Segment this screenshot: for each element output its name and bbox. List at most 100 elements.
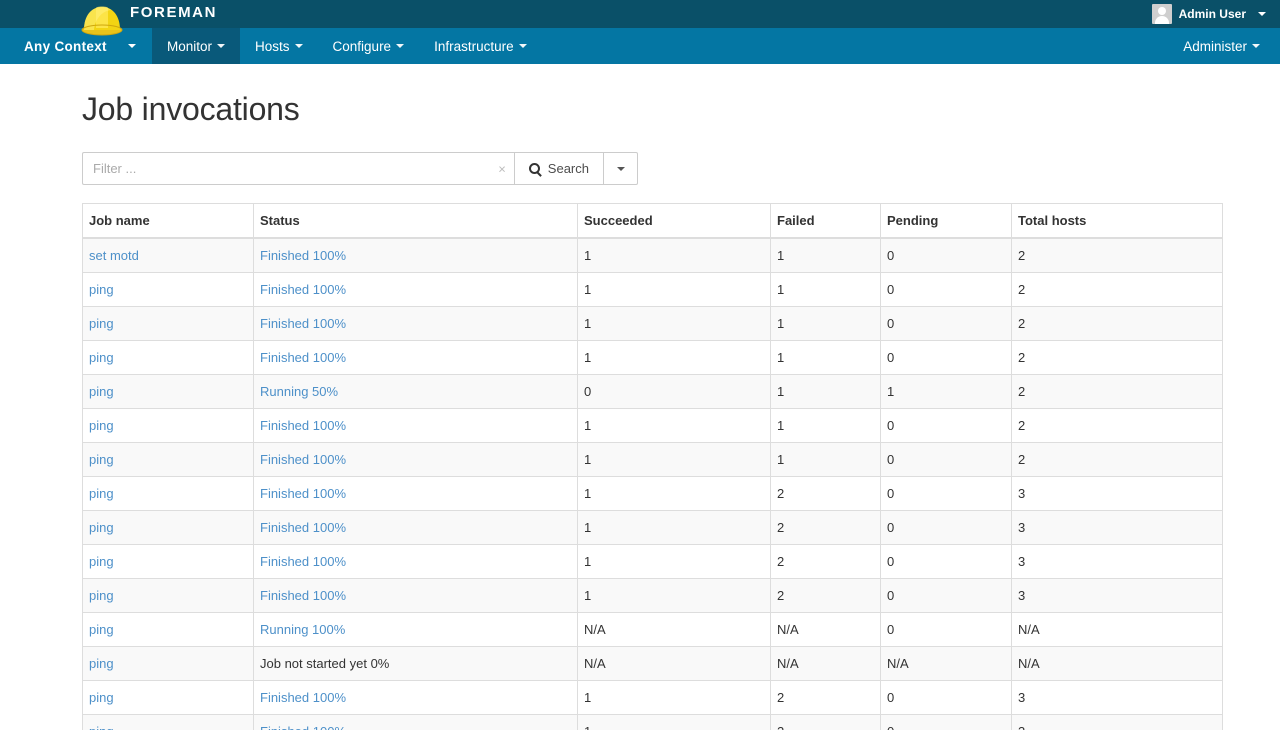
cell-succeeded-text: 1: [584, 554, 591, 569]
cell-pending: 0: [881, 307, 1012, 341]
clear-x-icon[interactable]: ×: [498, 162, 506, 175]
table-body: set motdFinished 100%1102pingFinished 10…: [83, 238, 1223, 730]
hardhat-icon: [80, 2, 124, 38]
cell-job-name: ping: [83, 579, 254, 613]
cell-total-text: 3: [1018, 554, 1025, 569]
table-row: pingFinished 100%1102: [83, 341, 1223, 375]
caret-down-icon: [519, 44, 527, 48]
cell-status-link[interactable]: Finished 100%: [260, 248, 346, 263]
cell-status-link[interactable]: Finished 100%: [260, 282, 346, 297]
cell-status-link[interactable]: Finished 100%: [260, 350, 346, 365]
cell-pending-text: 0: [887, 554, 894, 569]
table-row: pingFinished 100%1203: [83, 715, 1223, 730]
cell-total: 2: [1012, 238, 1223, 273]
cell-status-link[interactable]: Finished 100%: [260, 316, 346, 331]
cell-status: Finished 100%: [254, 715, 578, 730]
cell-failed-text: 2: [777, 690, 784, 705]
cell-status-link[interactable]: Finished 100%: [260, 520, 346, 535]
cell-failed-text: 2: [777, 724, 784, 730]
cell-job-name-link[interactable]: ping: [89, 520, 114, 535]
cell-job-name: ping: [83, 511, 254, 545]
cell-job-name: ping: [83, 375, 254, 409]
nav-item-label: Administer: [1183, 39, 1247, 54]
nav-item-administer[interactable]: Administer: [1168, 28, 1280, 64]
cell-total: N/A: [1012, 647, 1223, 681]
cell-job-name-link[interactable]: set motd: [89, 248, 139, 263]
cell-total-text: 2: [1018, 282, 1025, 297]
cell-job-name: ping: [83, 613, 254, 647]
table-row: ping Finished 100% 1 2 0 3: [83, 545, 1223, 579]
cell-succeeded: 1: [578, 545, 771, 579]
cell-job-name-link[interactable]: ping: [89, 588, 114, 603]
cell-job-name-link[interactable]: ping: [89, 452, 114, 467]
search-icon: [529, 163, 540, 174]
cell-job-name: ping: [83, 409, 254, 443]
cell-pending-text: 0: [887, 350, 894, 365]
cell-succeeded: 1: [578, 681, 771, 715]
cell-job-name: ping: [83, 647, 254, 681]
cell-failed-text: 2: [777, 520, 784, 535]
user-menu[interactable]: Admin User: [1152, 0, 1266, 28]
nav-item-monitor[interactable]: Monitor: [152, 28, 240, 64]
cell-status: Running 100%: [254, 613, 578, 647]
search-button[interactable]: Search: [514, 152, 604, 185]
user-name: Admin User: [1179, 7, 1246, 21]
cell-job-name: ping: [83, 681, 254, 715]
cell-job-name-link[interactable]: ping: [89, 486, 114, 501]
cell-job-name-link[interactable]: ping: [89, 350, 114, 365]
table-row: pingFinished 100%1102: [83, 443, 1223, 477]
cell-total: 3: [1012, 477, 1223, 511]
cell-failed: 1: [771, 341, 881, 375]
column-header-pending: Pending: [881, 204, 1012, 239]
cell-status-link[interactable]: Finished 100%: [260, 486, 346, 501]
cell-total-text: 2: [1018, 248, 1025, 263]
cell-status-link[interactable]: Finished 100%: [260, 418, 346, 433]
caret-down-icon: [617, 167, 625, 171]
cell-total-text: 3: [1018, 724, 1025, 730]
cell-failed-text: 1: [777, 384, 784, 399]
cell-total: 2: [1012, 341, 1223, 375]
cell-status-link[interactable]: Finished 100%: [260, 554, 346, 569]
nav-item-infrastructure[interactable]: Infrastructure: [419, 28, 542, 64]
cell-job-name-link[interactable]: ping: [89, 316, 114, 331]
cell-status-link[interactable]: Running 100%: [260, 622, 345, 637]
cell-status-link[interactable]: Finished 100%: [260, 690, 346, 705]
cell-status: Finished 100%: [254, 341, 578, 375]
search-bar: × Search: [82, 152, 638, 185]
table-row: pingFinished 100%1102: [83, 273, 1223, 307]
cell-job-name-link[interactable]: ping: [89, 622, 114, 637]
table-row: pingFinished 100%1203: [83, 477, 1223, 511]
cell-total-text: 2: [1018, 316, 1025, 331]
context-selector[interactable]: Any Context: [0, 28, 152, 64]
cell-job-name-link[interactable]: ping: [89, 418, 114, 433]
cell-status: Running 50%: [254, 375, 578, 409]
cell-job-name-link[interactable]: ping: [89, 724, 114, 730]
search-input[interactable]: [83, 153, 514, 184]
cell-status-link[interactable]: Finished 100%: [260, 724, 346, 730]
nav-item-configure[interactable]: Configure: [318, 28, 420, 64]
cell-failed-text: 2: [777, 554, 784, 569]
cell-failed-text: 1: [777, 282, 784, 297]
search-dropdown-button[interactable]: [604, 152, 638, 185]
cell-failed: 1: [771, 273, 881, 307]
cell-status: Finished 100%: [254, 273, 578, 307]
cell-succeeded: N/A: [578, 647, 771, 681]
cell-pending: 0: [881, 409, 1012, 443]
cell-status-link[interactable]: Running 50%: [260, 384, 338, 399]
cell-job-name-link[interactable]: ping: [89, 384, 114, 399]
cell-job-name-link[interactable]: ping: [89, 282, 114, 297]
cell-succeeded-text: 1: [584, 588, 591, 603]
cell-total: 3: [1012, 545, 1223, 579]
cell-job-name-link[interactable]: ping: [89, 554, 114, 569]
cell-failed: 1: [771, 307, 881, 341]
cell-total: 3: [1012, 511, 1223, 545]
cell-status-link[interactable]: Finished 100%: [260, 452, 346, 467]
cell-job-name-link[interactable]: ping: [89, 690, 114, 705]
cell-pending: 0: [881, 477, 1012, 511]
cell-status-link[interactable]: Finished 100%: [260, 588, 346, 603]
nav-item-hosts[interactable]: Hosts: [240, 28, 318, 64]
page-content: Job invocations × Search Job name Status…: [0, 65, 1280, 730]
cell-status: Finished 100%: [254, 681, 578, 715]
cell-job-name-link[interactable]: ping: [89, 656, 114, 671]
column-header-total-hosts: Total hosts: [1012, 204, 1223, 239]
